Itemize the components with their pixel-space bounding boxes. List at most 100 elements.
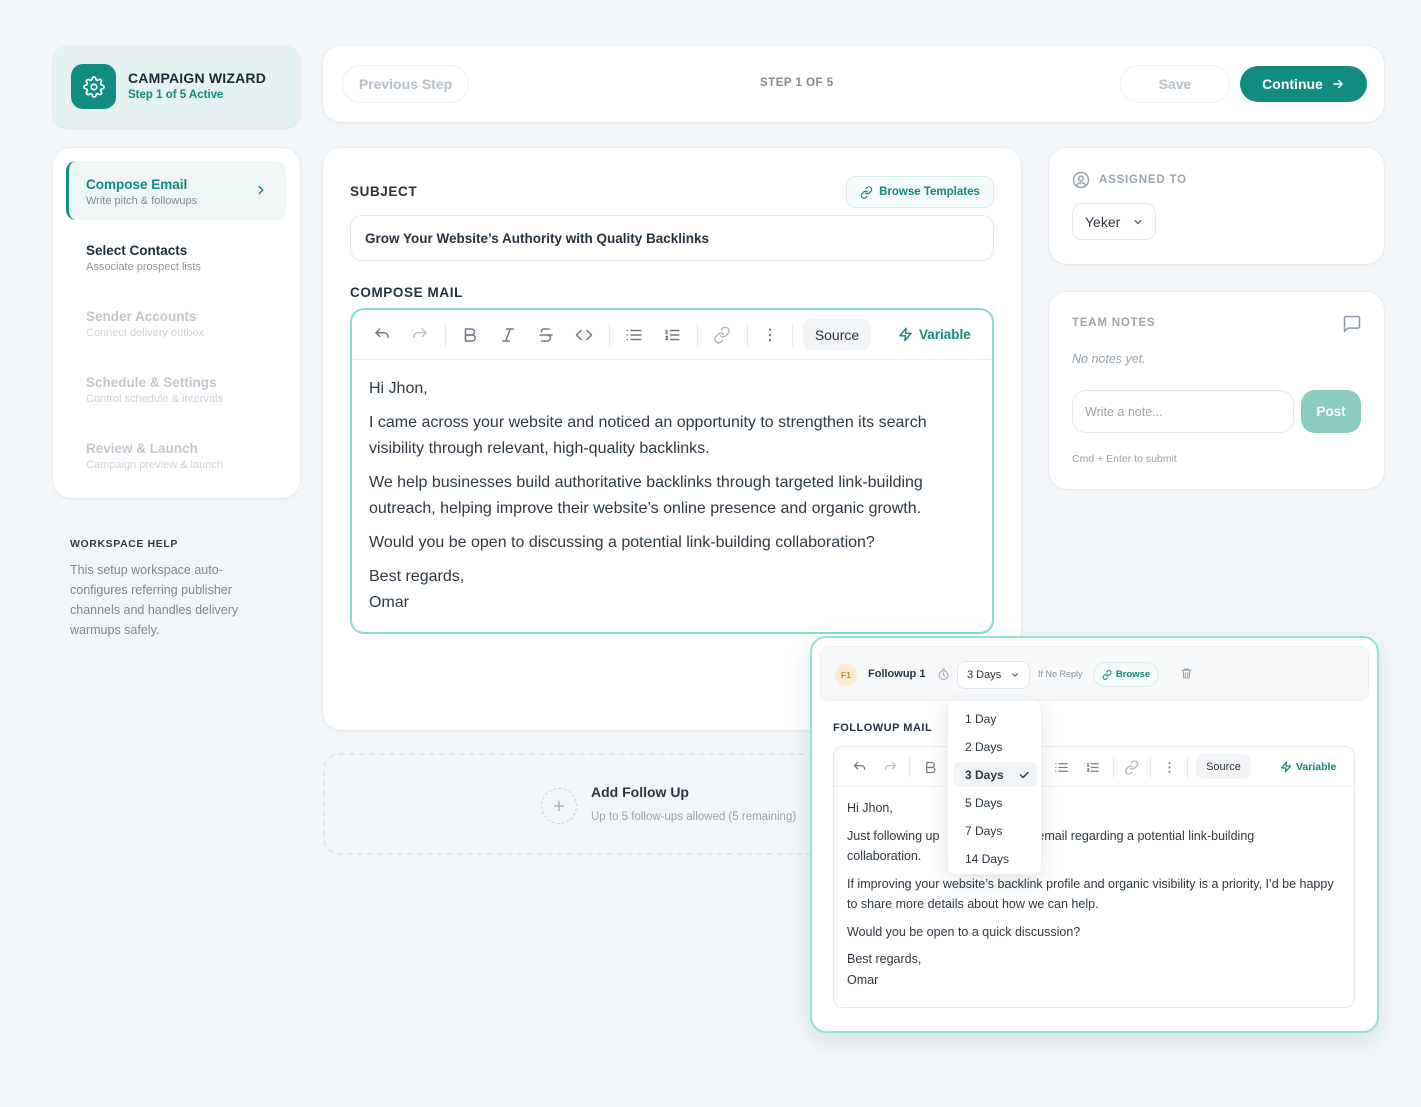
condition-label: If No Reply: [1038, 669, 1083, 679]
workspace-help: WORKSPACE HELP This setup workspace auto…: [53, 519, 300, 659]
followup-body[interactable]: Hi Jhon, Just following up email regardin…: [847, 798, 1347, 997]
plus-icon: [541, 788, 577, 824]
source-button[interactable]: Source: [803, 319, 871, 350]
email-body[interactable]: Hi Jhon, I came across your website and …: [369, 376, 969, 624]
assignee-value: Yeker: [1085, 213, 1121, 230]
add-follow-up-subtitle: Up to 5 follow-ups allowed (5 remaining): [591, 811, 797, 823]
sidebar-item-description: Associate prospect lists: [86, 261, 201, 273]
bullet-list-icon[interactable]: [624, 325, 644, 345]
undo-icon[interactable]: [372, 325, 392, 345]
delay-select[interactable]: 3 Days: [957, 661, 1030, 689]
followup-variable-label: Variable: [1296, 760, 1337, 773]
delay-value: 3 Days: [967, 669, 1002, 681]
previous-step-button[interactable]: Previous Step: [342, 65, 469, 103]
step-indicator: STEP 1 OF 5: [760, 77, 834, 89]
redo-icon[interactable]: [410, 325, 430, 345]
body-paragraph: Hi Jhon,: [369, 380, 428, 397]
bold-icon[interactable]: [460, 325, 480, 345]
numbered-list-icon[interactable]: [1083, 758, 1101, 776]
sidebar-item-description: Campaign preview & launch: [86, 459, 223, 471]
followup-paragraph: If improving your website’s backlink pro…: [847, 876, 1334, 912]
team-notes-card: TEAM NOTES No notes yet. Write a note...…: [1049, 292, 1384, 489]
more-vertical-icon[interactable]: [760, 325, 780, 345]
delay-option[interactable]: 1 Day: [954, 706, 1037, 731]
sidebar-item-select-contacts[interactable]: Select Contacts Associate prospect lists: [66, 227, 286, 286]
assigned-to-card: ASSIGNED TO Yeker: [1049, 148, 1384, 264]
save-button[interactable]: Save: [1120, 65, 1230, 103]
italic-icon[interactable]: [498, 325, 518, 345]
sidebar-item-label: Compose Email: [86, 177, 188, 192]
strikethrough-icon[interactable]: [536, 325, 556, 345]
browse-templates-label: Browse Templates: [879, 186, 980, 198]
delay-option[interactable]: 5 Days: [954, 790, 1037, 815]
link-icon: [860, 185, 873, 199]
sidebar-item-review-launch: Review & Launch Campaign preview & launc…: [66, 425, 286, 484]
followup-editor-toolbar: Source Variable: [834, 747, 1354, 787]
email-editor[interactable]: Source Variable Hi Jhon, I came across y…: [350, 308, 994, 634]
code-icon[interactable]: [574, 325, 594, 345]
bullet-list-icon[interactable]: [1052, 758, 1070, 776]
followup-panel: F1 Followup 1 3 Days If No Reply Browse …: [810, 636, 1379, 1033]
numbered-list-icon[interactable]: [662, 325, 682, 345]
gear-icon: [71, 64, 116, 109]
delay-option-label: 3 Days: [965, 767, 1004, 782]
sidebar-item-label: Sender Accounts: [86, 309, 197, 324]
help-title: WORKSPACE HELP: [70, 538, 178, 550]
app-title: CAMPAIGN WIZARD: [128, 70, 267, 86]
submit-hint: Cmd + Enter to submit: [1072, 453, 1177, 465]
delay-option[interactable]: 2 Days: [954, 734, 1037, 759]
sidebar-item-compose-email[interactable]: Compose Email Write pitch & followups: [66, 161, 286, 220]
followup-browse-button[interactable]: Browse: [1093, 662, 1159, 687]
post-note-button[interactable]: Post: [1301, 390, 1361, 433]
check-icon: [1018, 769, 1030, 781]
subject-label: SUBJECT: [350, 184, 418, 199]
continue-label: Continue: [1262, 76, 1323, 92]
followup-source-button[interactable]: Source: [1196, 754, 1251, 779]
assigned-to-label: ASSIGNED TO: [1099, 174, 1187, 186]
followup-line-fragment: email regarding a potential link-buildin…: [1037, 828, 1255, 843]
continue-button[interactable]: Continue: [1240, 66, 1367, 102]
followup-paragraph: Best regards,: [847, 952, 922, 966]
sidebar-item-description: Write pitch & followups: [86, 195, 198, 207]
followup-line-fragment: collaboration.: [847, 849, 922, 863]
add-follow-up-button[interactable]: Add Follow Up Up to 5 follow-ups allowed…: [323, 753, 823, 855]
followup-mail-label: FOLLOWUP MAIL: [833, 722, 933, 734]
variable-button[interactable]: Variable: [898, 319, 971, 350]
sidebar-item-label: Review & Launch: [86, 441, 198, 456]
zap-icon: [898, 327, 913, 342]
followup-title: Followup 1: [868, 668, 926, 680]
sidebar-item-label: Schedule & Settings: [86, 375, 217, 390]
note-input[interactable]: Write a note...: [1072, 390, 1294, 433]
link-icon[interactable]: [712, 325, 732, 345]
arrow-right-icon: [1331, 77, 1345, 91]
trash-icon[interactable]: [1180, 667, 1193, 680]
wizard-steps-sidebar: Compose Email Write pitch & followups Se…: [53, 148, 300, 498]
delay-option-selected[interactable]: 3 Days: [954, 762, 1037, 787]
help-text: This setup workspace auto-configures ref…: [70, 563, 239, 637]
sidebar-item-sender-accounts: Sender Accounts Connect delivery outbox: [66, 293, 286, 352]
browse-templates-button[interactable]: Browse Templates: [846, 176, 994, 208]
followup-editor[interactable]: Source Variable Hi Jhon, Just following …: [833, 746, 1355, 1008]
wizard-toolbar: Previous Step STEP 1 OF 5 Save Continue: [323, 46, 1384, 122]
link-icon: [1102, 669, 1112, 680]
bold-icon[interactable]: [921, 758, 939, 776]
delay-option[interactable]: 14 Days: [954, 846, 1037, 871]
followup-badge: F1: [835, 664, 857, 686]
link-icon[interactable]: [1122, 758, 1140, 776]
delay-dropdown-menu: 1 Day 2 Days 3 Days 5 Days 7 Days 14 Day…: [947, 700, 1042, 875]
body-paragraph: I came across your website and noticed a…: [369, 414, 927, 457]
followup-line-fragment: Just following up: [847, 828, 940, 843]
chevron-down-icon: [1132, 216, 1144, 228]
body-paragraph: Would you be open to discussing a potent…: [369, 534, 875, 551]
subject-input[interactable]: Grow Your Website’s Authority with Quali…: [350, 215, 994, 261]
assignee-select[interactable]: Yeker: [1072, 203, 1156, 240]
sidebar-item-description: Control schedule & intervals: [86, 393, 223, 405]
more-vertical-icon[interactable]: [1160, 758, 1178, 776]
app-subtitle: Step 1 of 5 Active: [128, 89, 224, 101]
undo-icon[interactable]: [850, 758, 868, 776]
chevron-right-icon: [254, 183, 268, 197]
brand-card: CAMPAIGN WIZARD Step 1 of 5 Active: [53, 46, 300, 128]
redo-icon[interactable]: [881, 758, 899, 776]
followup-variable-button[interactable]: Variable: [1280, 754, 1336, 779]
delay-option[interactable]: 7 Days: [954, 818, 1037, 843]
